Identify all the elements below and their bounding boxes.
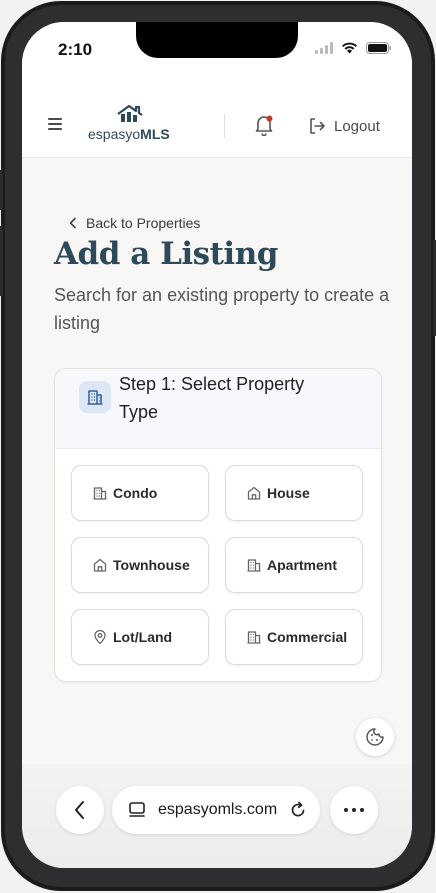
- screen: 2:10 espasyoMLS Logout Back to Propertie…: [22, 22, 412, 868]
- side-button: [0, 170, 3, 210]
- reload-icon[interactable]: [288, 800, 308, 820]
- map-pin-icon: [94, 629, 106, 645]
- browser-toolbar: espasyomls.com: [22, 764, 412, 868]
- property-type-label: Apartment: [267, 557, 338, 573]
- wifi-icon: [342, 42, 357, 54]
- building-icon: [93, 487, 107, 500]
- building-icon: [247, 559, 261, 572]
- property-type-condo[interactable]: Condo: [71, 465, 209, 521]
- app-header: espasyoMLS Logout: [22, 78, 412, 158]
- property-type-label: Townhouse: [113, 557, 190, 573]
- more-dot: [360, 808, 364, 812]
- chevron-left-icon: [69, 217, 76, 229]
- more-options-button[interactable]: [330, 786, 378, 834]
- building-icon: [247, 631, 261, 644]
- logout-button[interactable]: Logout: [308, 117, 380, 135]
- status-time: 2:10: [58, 40, 93, 59]
- step-icon-badge: [79, 381, 111, 413]
- page-title: Add a Listing: [54, 236, 278, 272]
- url-text: espasyomls.com: [158, 801, 278, 818]
- property-type-label: Condo: [113, 485, 158, 501]
- back-link-label: Back to Properties: [86, 215, 201, 231]
- more-dot: [352, 808, 356, 812]
- brand-logo[interactable]: espasyoMLS: [88, 104, 172, 144]
- more-dot: [344, 808, 348, 812]
- page-subtitle: Search for an existing property to creat…: [54, 285, 390, 333]
- logo-text-bold: MLS: [140, 126, 170, 142]
- logo-text: espasyoMLS: [88, 126, 170, 142]
- logout-icon: [310, 118, 325, 134]
- property-type-house[interactable]: House: [225, 465, 363, 521]
- camera-notch: [136, 22, 298, 58]
- property-type-label: House: [267, 485, 310, 501]
- battery-icon: [366, 42, 391, 54]
- building-icon: [87, 390, 103, 405]
- hamburger-menu-icon[interactable]: [48, 118, 62, 133]
- back-to-properties-link[interactable]: Back to Properties: [68, 215, 200, 231]
- house-icon: [247, 486, 261, 500]
- cookie-settings-button[interactable]: [356, 718, 394, 756]
- chevron-left-icon: [75, 801, 84, 819]
- logout-label: Logout: [334, 117, 380, 135]
- house-icon: [93, 558, 107, 572]
- browser-back-button[interactable]: [56, 786, 104, 834]
- property-type-label: Lot/Land: [113, 629, 173, 645]
- page-menu-icon: [129, 802, 145, 817]
- notifications-button[interactable]: [254, 114, 274, 137]
- side-button: [0, 226, 3, 296]
- card-header: Step 1: Select Property Type: [55, 369, 381, 449]
- signal-icon: [315, 42, 333, 54]
- logo-text-light: espasyo: [88, 126, 141, 142]
- step-title: Step 1: Select Property Type: [119, 374, 305, 422]
- cookie-icon: [366, 728, 384, 746]
- property-type-lot-land[interactable]: Lot/Land: [71, 609, 209, 665]
- property-type-townhouse[interactable]: Townhouse: [71, 537, 209, 593]
- header-divider: [224, 114, 225, 138]
- property-type-apartment[interactable]: Apartment: [225, 537, 363, 593]
- property-type-label: Commercial: [267, 629, 348, 645]
- address-bar[interactable]: espasyomls.com: [112, 786, 320, 834]
- status-bar: 2:10: [22, 22, 412, 78]
- property-type-commercial[interactable]: Commercial: [225, 609, 363, 665]
- bell-icon: [255, 115, 273, 137]
- status-icons: [315, 42, 392, 54]
- logo-house-icon: [117, 104, 143, 122]
- property-type-card: Step 1: Select Property Type Condo House…: [54, 368, 382, 682]
